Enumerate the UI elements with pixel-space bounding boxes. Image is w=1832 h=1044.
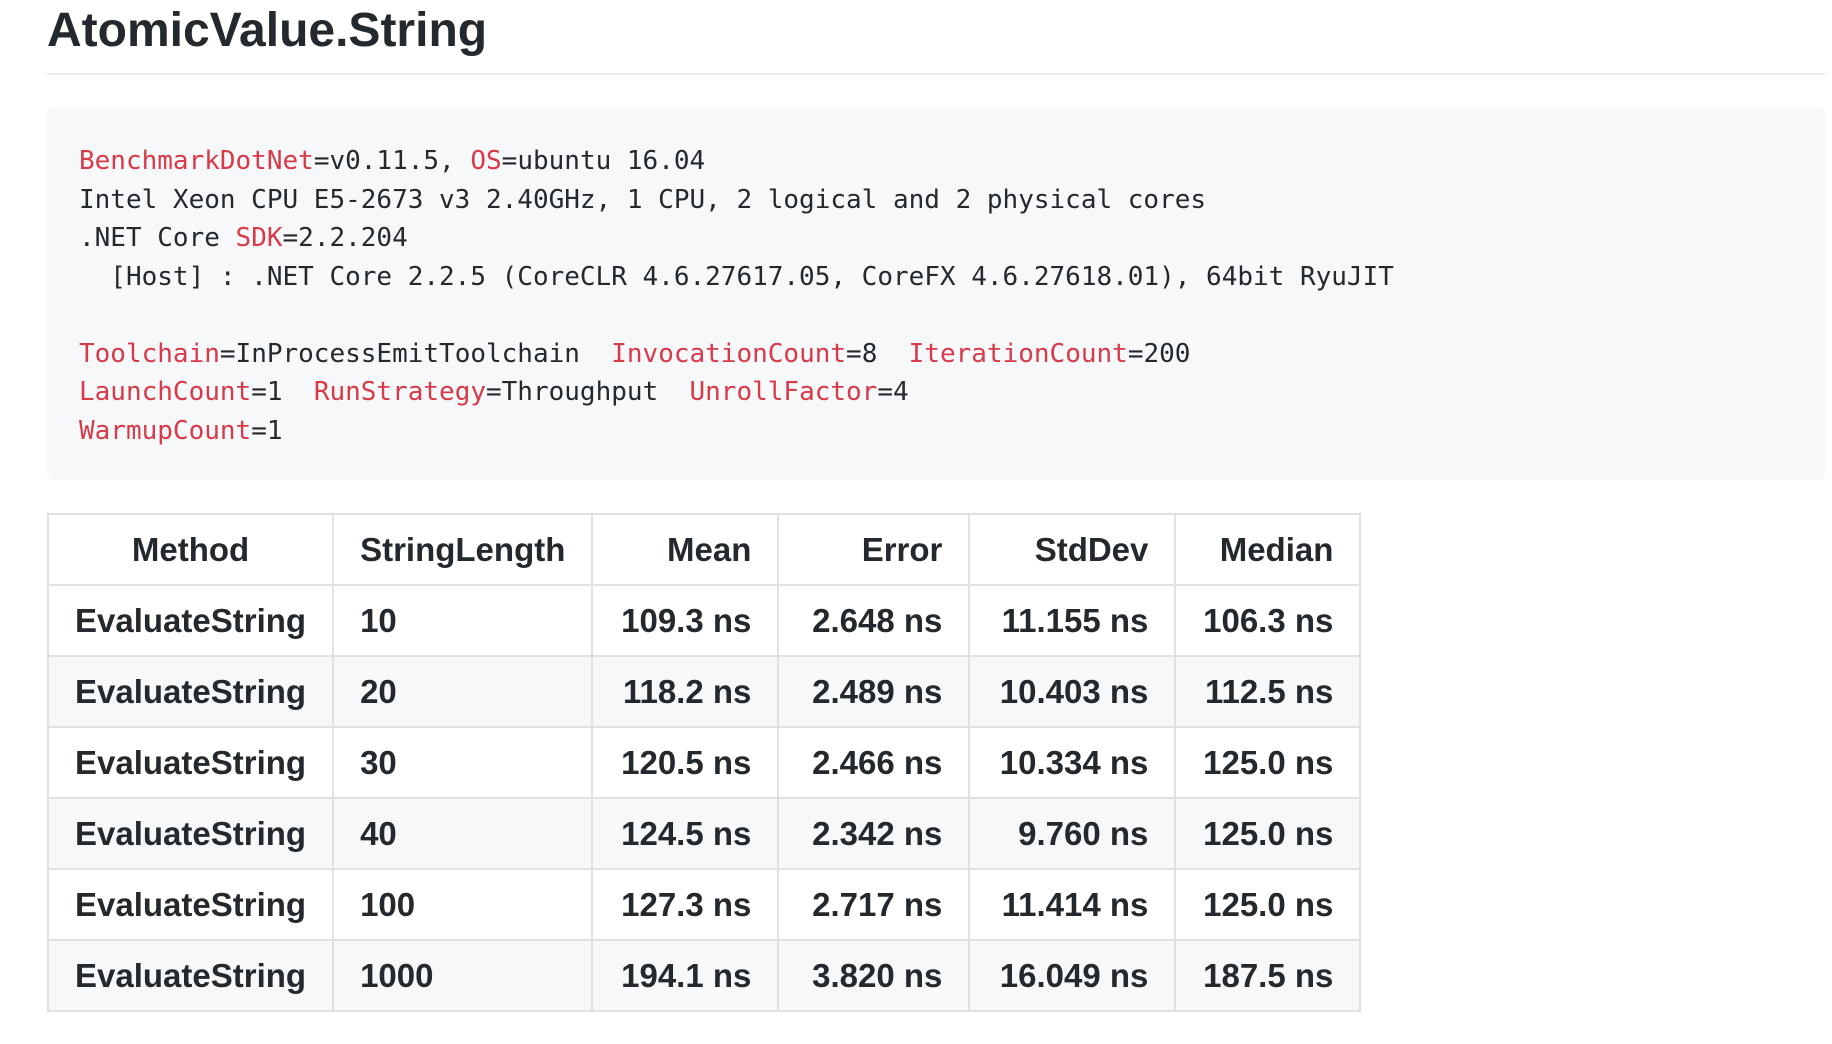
code-text: .NET Core (79, 223, 236, 253)
environment-code-block: BenchmarkDotNet=v0.11.5, OS=ubuntu 16.04… (47, 108, 1825, 480)
table-row: EvaluateString 30 120.5 ns 2.466 ns 10.3… (46, 726, 1362, 799)
column-header-string-length: StringLength (332, 513, 594, 586)
cell-mean: 194.1 ns (591, 939, 780, 1012)
cell-error: 2.466 ns (777, 726, 971, 799)
code-value: =ubuntu 16.04 (501, 146, 706, 176)
code-value: =8 (846, 338, 909, 369)
code-key: IterationCount (908, 338, 1128, 369)
code-value: =v0.11.5, (313, 146, 471, 176)
code-value: =4 (877, 377, 909, 407)
cell-median: 187.5 ns (1174, 939, 1362, 1012)
cell-median: 125.0 ns (1174, 726, 1362, 799)
cell-median: 112.5 ns (1174, 655, 1362, 728)
cell-stddev: 16.049 ns (968, 939, 1177, 1012)
section-heading: AtomicValue.String (47, 0, 1825, 75)
column-header-median: Median (1174, 513, 1362, 586)
column-header-stddev: StdDev (968, 513, 1177, 586)
cell-method: EvaluateString (46, 939, 335, 1012)
code-key: InvocationCount (611, 338, 847, 369)
cell-median: 106.3 ns (1174, 584, 1362, 657)
cell-mean: 120.5 ns (591, 726, 780, 799)
column-header-mean: Mean (591, 513, 780, 586)
cell-method: EvaluateString (46, 797, 335, 870)
cell-string-length: 10 (332, 584, 594, 657)
code-key: SDK (235, 223, 283, 253)
page: AtomicValue.String BenchmarkDotNet=v0.11… (0, 0, 1832, 1044)
code-line-3: .NET Core SDK=2.2.204 (79, 219, 1825, 258)
code-value: =1 (251, 415, 283, 446)
code-line-1: BenchmarkDotNet=v0.11.5, OS=ubuntu 16.04 (79, 142, 1825, 181)
table-row: EvaluateString 100 127.3 ns 2.717 ns 11.… (46, 868, 1362, 941)
table-header-row: Method StringLength Mean Error StdDev Me… (46, 513, 1362, 586)
cell-error: 2.342 ns (777, 797, 971, 870)
cell-method: EvaluateString (46, 584, 335, 657)
cell-method: EvaluateString (46, 655, 335, 728)
table-row: EvaluateString 20 118.2 ns 2.489 ns 10.4… (46, 655, 1362, 728)
cell-error: 2.489 ns (777, 655, 971, 728)
cell-error: 2.717 ns (777, 868, 971, 941)
code-line-4: [Host] : .NET Core 2.2.5 (CoreCLR 4.6.27… (79, 261, 1394, 292)
cell-string-length: 20 (332, 655, 594, 728)
code-line-6: Toolchain=InProcessEmitToolchain Invocat… (79, 335, 1825, 374)
cell-error: 3.820 ns (777, 939, 971, 1012)
code-value: =Throughput (486, 377, 690, 407)
code-value: =InProcessEmitToolchain (219, 338, 612, 369)
cell-stddev: 10.403 ns (968, 655, 1177, 728)
cell-median: 125.0 ns (1174, 797, 1362, 870)
cell-median: 125.0 ns (1174, 868, 1362, 941)
cell-stddev: 9.760 ns (968, 797, 1177, 870)
code-key: OS (470, 146, 502, 176)
table-row: EvaluateString 40 124.5 ns 2.342 ns 9.76… (46, 797, 1362, 870)
cell-mean: 109.3 ns (591, 584, 780, 657)
cell-string-length: 30 (332, 726, 594, 799)
code-key: UnrollFactor (689, 377, 878, 407)
code-value: =200 (1127, 338, 1191, 369)
cell-stddev: 11.155 ns (968, 584, 1177, 657)
cell-method: EvaluateString (46, 868, 335, 941)
cell-string-length: 40 (332, 797, 594, 870)
code-value: =2.2.204 (282, 223, 408, 253)
code-value: =1 (251, 377, 314, 407)
cell-string-length: 100 (332, 868, 594, 941)
cell-mean: 118.2 ns (591, 655, 780, 728)
cell-stddev: 10.334 ns (968, 726, 1177, 799)
table-row: EvaluateString 1000 194.1 ns 3.820 ns 16… (46, 939, 1362, 1012)
code-key: Toolchain (79, 338, 220, 369)
code-key: LaunchCount (79, 377, 252, 407)
code-key: BenchmarkDotNet (79, 146, 314, 176)
cell-stddev: 11.414 ns (968, 868, 1177, 941)
table-row: EvaluateString 10 109.3 ns 2.648 ns 11.1… (46, 584, 1362, 657)
code-line-7: LaunchCount=1 RunStrategy=Throughput Unr… (79, 373, 1825, 412)
column-header-error: Error (777, 513, 971, 586)
benchmark-results-table: Method StringLength Mean Error StdDev Me… (46, 513, 1362, 1012)
code-line-8: WarmupCount=1 (79, 412, 1825, 451)
code-key: WarmupCount (79, 415, 252, 446)
cell-mean: 127.3 ns (591, 868, 780, 941)
heading-title: AtomicValue.String (47, 4, 488, 57)
column-header-method: Method (46, 513, 335, 586)
cell-method: EvaluateString (46, 726, 335, 799)
cell-string-length: 1000 (332, 939, 594, 1012)
cell-error: 2.648 ns (777, 584, 971, 657)
code-key: RunStrategy (313, 377, 486, 407)
cell-mean: 124.5 ns (591, 797, 780, 870)
code-line-2: Intel Xeon CPU E5-2673 v3 2.40GHz, 1 CPU… (79, 184, 1207, 215)
